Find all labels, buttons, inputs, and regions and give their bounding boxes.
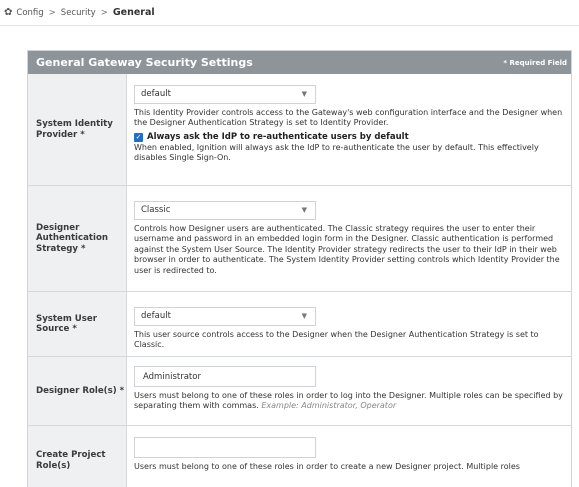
auth-strategy-select[interactable]: Classic ▼ (134, 201, 316, 220)
row-create-project-roles: Create Project Role(s) Users must belong… (28, 426, 571, 487)
field-description: Users must belong to one of these roles … (134, 391, 563, 412)
breadcrumb-current: General (112, 7, 155, 18)
designer-roles-input[interactable] (134, 366, 316, 387)
field-description: Controls how Designer users are authenti… (134, 224, 560, 275)
breadcrumb: ✿ Config > Security > General (0, 0, 579, 26)
caret-down-icon: ▼ (301, 89, 307, 98)
reauthenticate-checkbox[interactable]: ✓ (134, 132, 143, 142)
required-field-note: * Required Field (503, 58, 567, 67)
settings-panel: General Gateway Security Settings * Requ… (27, 50, 572, 487)
select-value: Classic (141, 204, 171, 215)
field-label: Create Project Role(s) (28, 426, 127, 487)
field-description: This user source controls access to the … (134, 330, 539, 350)
content-area: General Gateway Security Settings * Requ… (0, 26, 579, 487)
checkbox-label: Always ask the IdP to re-authenticate us… (147, 131, 409, 142)
field-label: Designer Role(s) * (28, 357, 127, 425)
user-source-select[interactable]: default ▼ (134, 307, 316, 326)
breadcrumb-separator: > (48, 7, 56, 18)
identity-provider-select[interactable]: default ▼ (134, 85, 316, 104)
row-designer-roles: Designer Role(s) * Users must belong to … (28, 357, 571, 426)
caret-down-icon: ▼ (301, 311, 307, 320)
row-system-identity-provider: System Identity Provider * default ▼ Thi… (28, 74, 571, 186)
row-designer-authentication-strategy: Designer Authentication Strategy * Class… (28, 186, 571, 292)
checkmark-icon: ✓ (135, 132, 142, 141)
checkbox-description: When enabled, Ignition will always ask t… (134, 142, 539, 163)
example-text: Example: Administrator, Operator (261, 401, 397, 411)
field-description: Users must belong to one of these roles … (134, 462, 520, 471)
breadcrumb-separator: > (100, 7, 108, 18)
project-roles-input[interactable] (134, 437, 316, 458)
breadcrumb-config[interactable]: Config (16, 8, 43, 18)
field-description: This Identity Provider controls access t… (134, 108, 563, 128)
field-label: Designer Authentication Strategy * (28, 186, 127, 291)
breadcrumb-security[interactable]: Security (61, 8, 96, 18)
row-system-user-source: System User Source * default ▼ This user… (28, 292, 571, 357)
select-value: default (141, 88, 171, 99)
panel-header: General Gateway Security Settings * Requ… (28, 51, 571, 74)
panel-title: General Gateway Security Settings (36, 56, 253, 69)
caret-down-icon: ▼ (301, 205, 307, 214)
field-label: System User Source * (28, 292, 127, 356)
select-value: default (141, 310, 171, 321)
gear-icon: ✿ (4, 7, 13, 18)
field-label: System Identity Provider * (28, 74, 127, 185)
